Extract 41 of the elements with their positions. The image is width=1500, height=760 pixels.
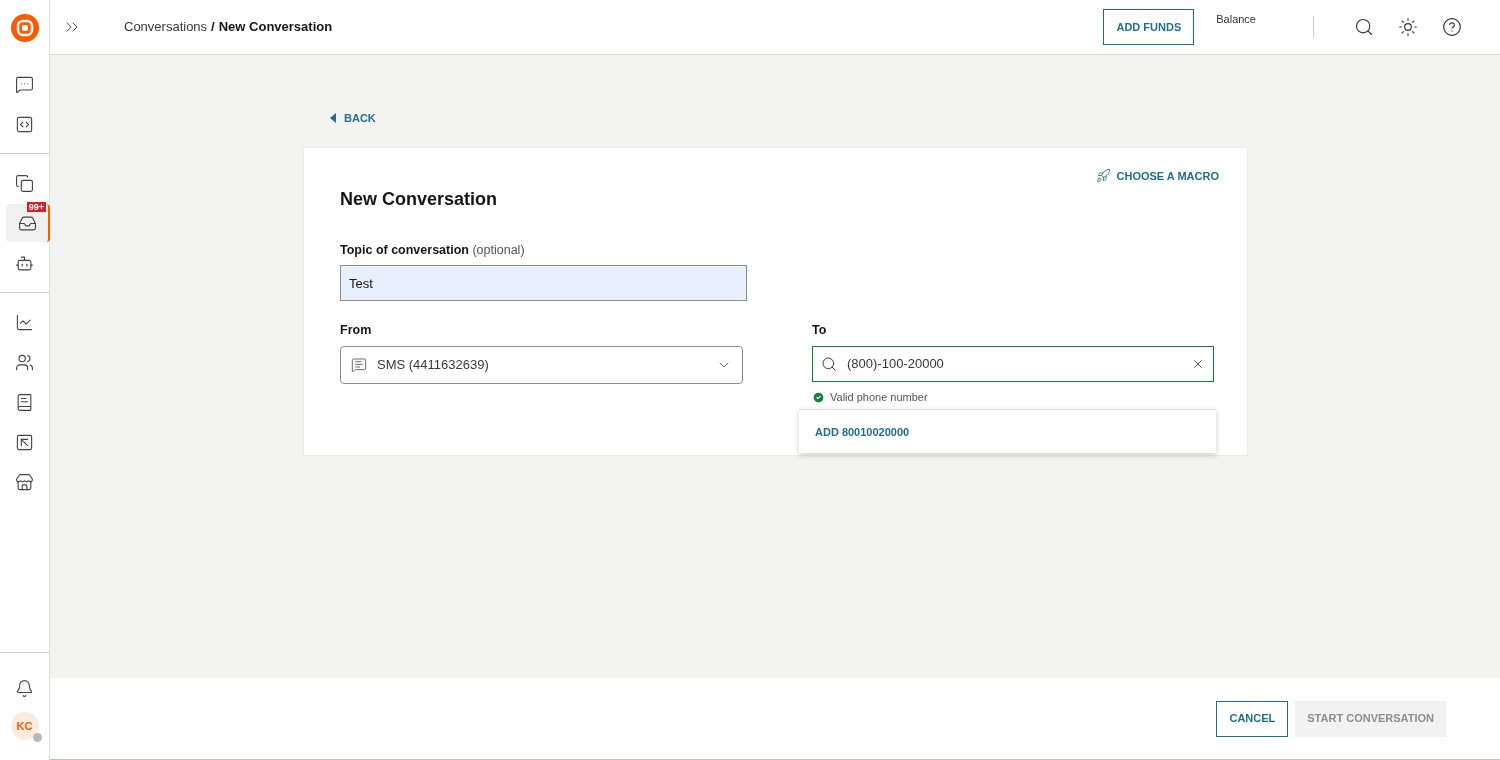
balance-label: Balance xyxy=(1216,12,1256,27)
search-icon[interactable] xyxy=(1354,17,1374,37)
message-icon xyxy=(351,357,367,373)
breadcrumb-link[interactable]: New Conversation xyxy=(218,17,333,37)
arrow-panel-icon xyxy=(15,432,34,452)
topic-input[interactable]: Test xyxy=(340,265,747,302)
sidebar-item[interactable]: 99+ xyxy=(6,204,50,242)
to-input[interactable]: (800)-100-20000 xyxy=(812,346,1214,382)
copy-icon xyxy=(15,173,34,193)
clear-icon[interactable] xyxy=(1191,357,1205,371)
code-icon xyxy=(15,114,34,134)
rocket-icon xyxy=(1095,168,1111,184)
field-label: To xyxy=(812,322,828,340)
count-badge: 99+ xyxy=(26,202,46,212)
sun-icon[interactable] xyxy=(1398,17,1418,37)
choose-macro-link[interactable]: CHOOSE A MACRO xyxy=(1095,167,1219,184)
check-circle-icon xyxy=(812,390,825,404)
breadcrumb-link[interactable]: Conversations xyxy=(124,17,208,37)
notification-icon[interactable] xyxy=(15,679,34,698)
store-icon xyxy=(15,472,34,492)
add-number-option[interactable]: ADD 80010020000 xyxy=(815,423,910,440)
select-value: SMS (4411632639) xyxy=(377,356,490,375)
validation-message: Valid phone number xyxy=(830,390,928,405)
search-icon xyxy=(821,356,837,372)
cancel-button[interactable]: CANCEL xyxy=(1216,700,1289,737)
input-value: (800)-100-20000 xyxy=(847,355,945,374)
back-link[interactable]: BACK xyxy=(330,110,376,127)
optional-hint: (optional) xyxy=(472,242,525,257)
caret-left-icon xyxy=(330,113,336,124)
people-icon xyxy=(15,352,34,372)
chat-icon xyxy=(15,74,34,94)
logo-icon xyxy=(9,12,40,43)
form-title: New Conversation xyxy=(340,187,499,211)
chart-icon xyxy=(15,312,34,332)
field-label: Topic of conversation xyxy=(340,242,469,257)
help-icon[interactable] xyxy=(1442,17,1462,37)
add-funds-button[interactable]: ADD FUNDS xyxy=(1103,9,1195,45)
field-label: From xyxy=(340,322,373,340)
book-icon xyxy=(15,392,34,412)
breadcrumb-separator: / xyxy=(211,18,215,37)
from-select[interactable]: SMS (4411632639) xyxy=(340,346,743,384)
